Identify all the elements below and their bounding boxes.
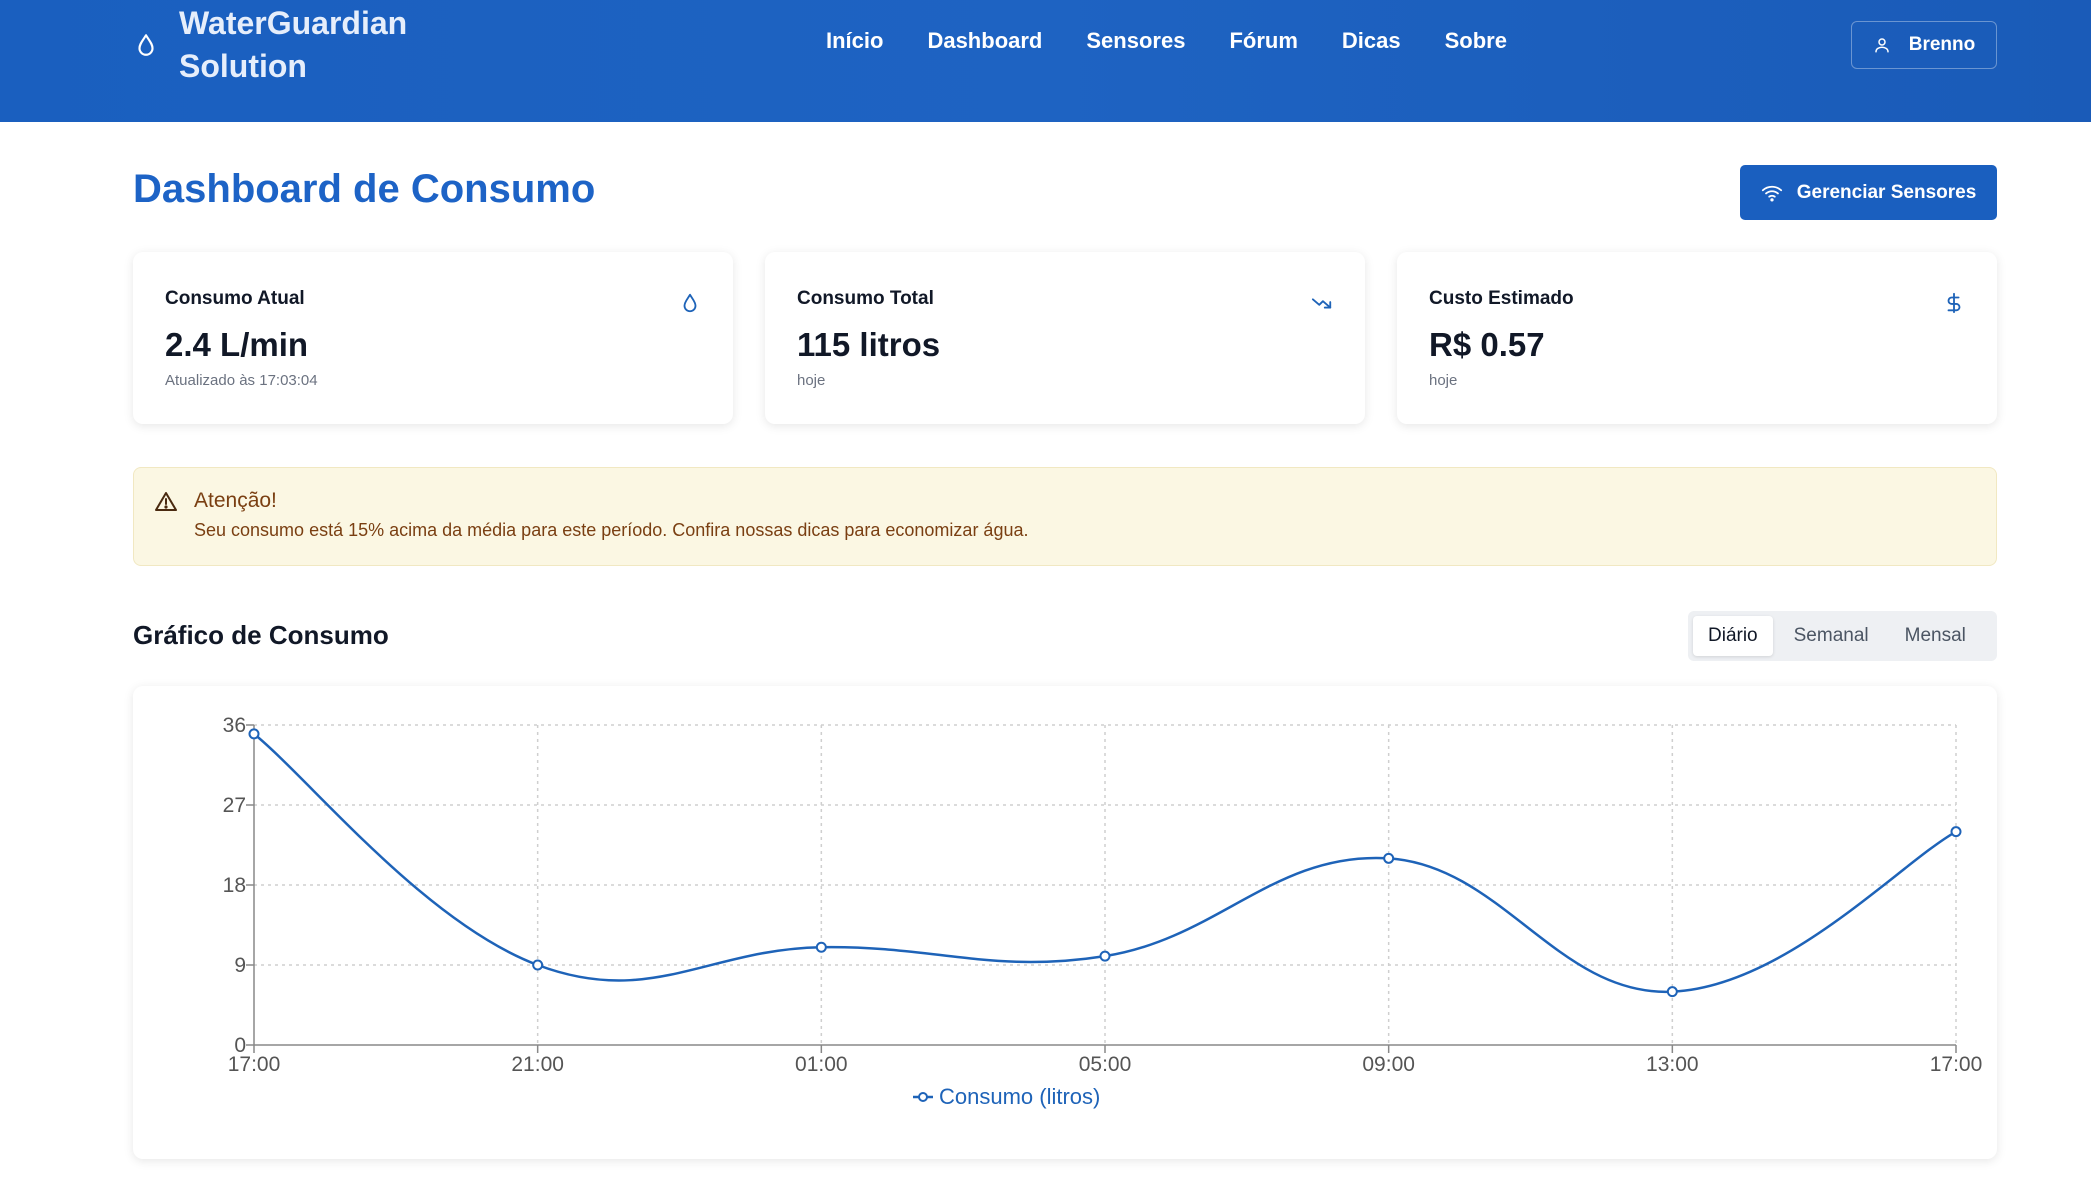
legend-label: Consumo (litros) <box>939 1084 1100 1109</box>
nav-dashboard[interactable]: Dashboard <box>927 28 1042 54</box>
data-point <box>815 941 827 953</box>
tab-mensal[interactable]: Mensal <box>1890 616 1981 656</box>
data-point <box>532 959 544 971</box>
x-tick-label: 17:00 <box>228 1053 281 1076</box>
wifi-icon <box>1761 185 1782 202</box>
nav-sobre[interactable]: Sobre <box>1445 28 1507 54</box>
card-value: R$ 0.57 <box>1429 326 1545 363</box>
card-value: 2.4 L/min <box>165 326 309 363</box>
data-point <box>1666 986 1678 998</box>
legend-point-marker <box>918 1092 928 1102</box>
user-menu-button[interactable]: Brenno <box>1851 21 1997 69</box>
card-subtext: hoje <box>1429 372 1458 389</box>
page-title: Dashboard de Consumo <box>133 167 596 211</box>
card-subtext: hoje <box>797 372 826 389</box>
data-point <box>248 728 260 740</box>
nav-inicio[interactable]: Início <box>826 28 883 54</box>
warning-icon <box>155 492 177 511</box>
alert-text: Seu consumo está 15% acima da média para… <box>194 520 1029 540</box>
y-tick-label: 36 <box>223 714 246 737</box>
user-name: Brenno <box>1908 34 1976 55</box>
main-nav: Início Dashboard Sensores Fórum Dicas So… <box>826 28 1507 54</box>
chart-section-title: Gráfico de Consumo <box>133 620 389 650</box>
card-label: Consumo Total <box>797 288 934 309</box>
manage-sensors-label: Gerenciar Sensores <box>1796 181 1977 203</box>
trending-down-icon <box>1311 298 1332 309</box>
card-consumo-total: Consumo Total 115 litros hoje <box>765 252 1365 424</box>
card-value: 115 litros <box>797 326 941 363</box>
water-drop-icon <box>138 34 154 56</box>
data-point <box>1950 826 1962 838</box>
data-point <box>1383 852 1395 864</box>
manage-sensors-button[interactable]: Gerenciar Sensores <box>1740 165 1997 220</box>
card-subtext: Atualizado às 17:03:04 <box>165 372 318 389</box>
alert-title: Atenção! <box>194 489 277 512</box>
y-tick-label: 9 <box>234 954 246 977</box>
consumption-alert: Atenção! Seu consumo está 15% acima da m… <box>133 467 1997 566</box>
nav-forum[interactable]: Fórum <box>1229 28 1297 54</box>
x-tick-label: 13:00 <box>1646 1053 1699 1076</box>
period-tabs: Diário Semanal Mensal <box>1688 611 1997 661</box>
brand-name: WaterGuardian Solution <box>179 2 407 88</box>
tab-semanal[interactable]: Semanal <box>1779 616 1884 656</box>
brand[interactable]: WaterGuardian Solution <box>133 0 407 90</box>
x-tick-label: 09:00 <box>1362 1053 1415 1076</box>
x-tick-label: 01:00 <box>795 1053 848 1076</box>
top-navbar: WaterGuardian Solution Início Dashboard … <box>0 0 2091 122</box>
consumption-chart-card: 0 9 18 27 36 17:00 21:00 01:00 05:00 09:00 13:00 17… <box>133 686 1997 1159</box>
card-label: Custo Estimado <box>1429 288 1574 309</box>
card-custo-estimado: Custo Estimado R$ 0.57 hoje <box>1397 252 1997 424</box>
brand-line-1: WaterGuardian <box>179 5 408 41</box>
nav-dicas[interactable]: Dicas <box>1342 28 1401 54</box>
brand-line-2: Solution <box>179 48 307 84</box>
user-icon <box>1875 38 1889 53</box>
dollar-icon <box>1947 292 1961 314</box>
tab-diario[interactable]: Diário <box>1693 616 1773 656</box>
card-label: Consumo Atual <box>165 288 305 309</box>
y-tick-label: 18 <box>223 874 246 897</box>
nav-sensores[interactable]: Sensores <box>1086 28 1185 54</box>
consumption-line-chart: 0918273617:00 21:00 01:00 05:00 09:00 13:00 17… <box>223 714 1983 1109</box>
data-point <box>1099 950 1111 962</box>
x-tick-label: 05:00 <box>1079 1053 1132 1076</box>
water-drop-icon <box>683 293 697 313</box>
x-tick-label: 17:00 <box>1930 1053 1983 1076</box>
card-consumo-atual: Consumo Atual 2.4 L/min Atualizado às 17… <box>133 252 733 424</box>
y-tick-label: 27 <box>223 794 246 817</box>
x-tick-label: 21:00 <box>511 1053 564 1076</box>
